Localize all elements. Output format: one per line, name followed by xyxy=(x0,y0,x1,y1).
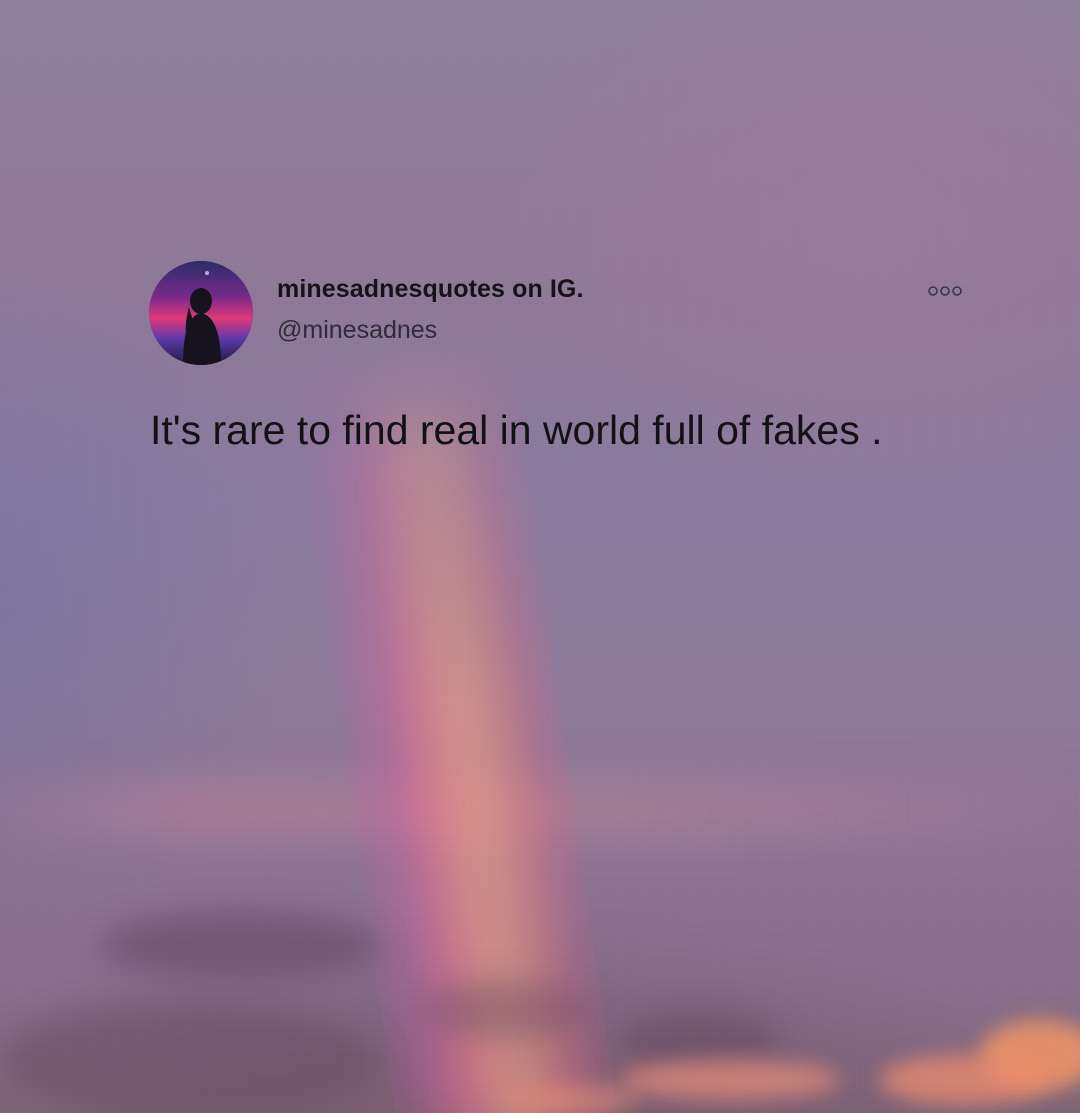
display-name[interactable]: minesadnesquotes on IG. xyxy=(277,275,584,304)
user-handle[interactable]: @minesadnes xyxy=(277,316,437,345)
profile-avatar-icon xyxy=(149,261,253,365)
post-text: It's rare to find real in world full of … xyxy=(150,407,883,453)
quote-post-canvas: minesadnesquotes on IG. @minesadnes It's… xyxy=(0,0,1080,1113)
post-card: minesadnesquotes on IG. @minesadnes It's… xyxy=(0,0,1080,1113)
more-options-icon[interactable] xyxy=(927,284,963,298)
avatar[interactable] xyxy=(149,261,253,365)
